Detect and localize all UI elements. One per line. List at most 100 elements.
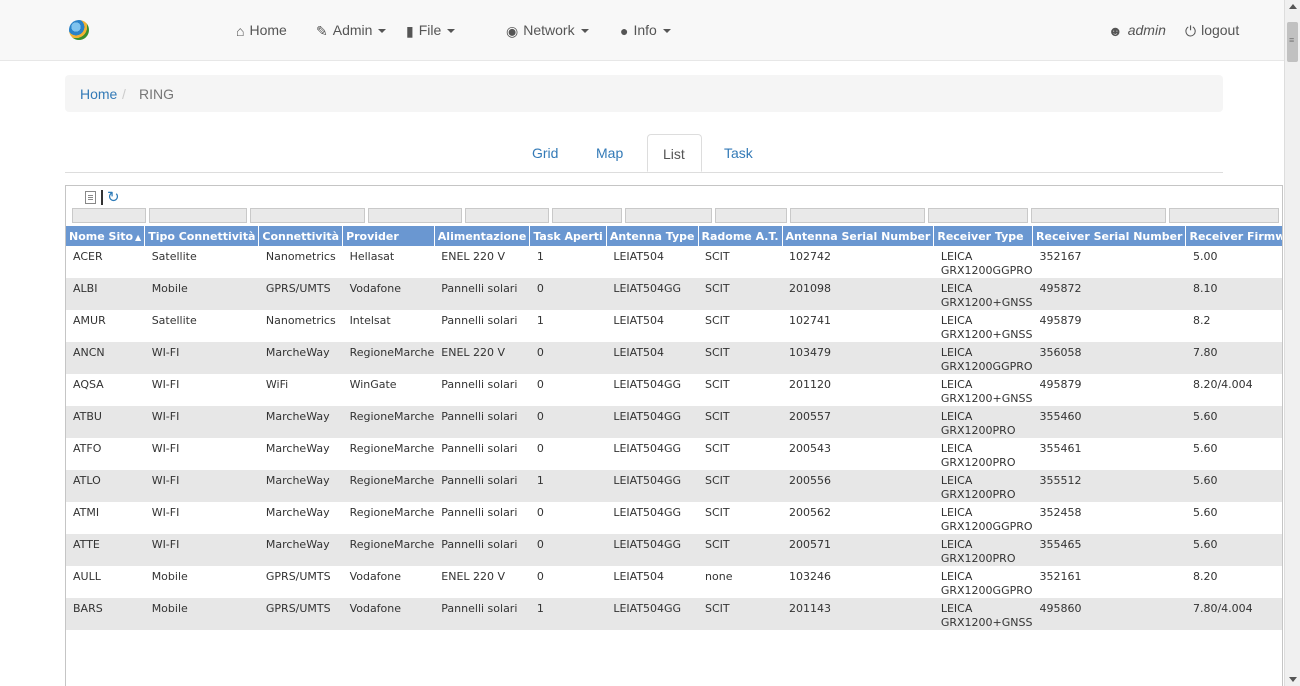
column-header-connettivita[interactable]: Connettività: [258, 226, 344, 246]
cell-connection-type[interactable]: WI-FI: [145, 438, 259, 470]
cell-site[interactable]: ALBI: [66, 278, 145, 310]
cell-provider[interactable]: Vodafone: [342, 278, 435, 310]
cell-site[interactable]: ATLO: [66, 470, 145, 502]
cell-connectivity[interactable]: MarcheWay: [258, 534, 343, 566]
nav-home[interactable]: ⌂ Home: [236, 22, 287, 39]
cell-provider[interactable]: RegioneMarche: [342, 406, 435, 438]
cell-connection-type[interactable]: Mobile: [145, 566, 259, 598]
filter-connettivita[interactable]: [250, 208, 365, 223]
filter-antenna-serial[interactable]: [790, 208, 925, 223]
cell-power[interactable]: Pannelli solari: [434, 278, 530, 310]
cell-connectivity[interactable]: GPRS/UMTS: [258, 278, 343, 310]
filter-antenna-type[interactable]: [625, 208, 712, 223]
cell-connectivity[interactable]: MarcheWay: [258, 406, 343, 438]
cell-site[interactable]: BARS: [66, 598, 145, 630]
cell-site[interactable]: AMUR: [66, 310, 145, 342]
cell-provider[interactable]: Intelsat: [343, 310, 435, 342]
cell-provider[interactable]: Vodafone: [342, 598, 435, 630]
table-row[interactable]: ALBI Mobile GPRS/UMTS Vodafone Pannelli sola…: [66, 278, 1282, 310]
column-header-receiver-firmware[interactable]: Receiver Firmware: [1185, 226, 1282, 246]
column-header-alimentazione[interactable]: Alimentazione: [434, 226, 531, 246]
cell-connection-type[interactable]: WI-FI: [144, 406, 259, 438]
cell-power[interactable]: ENEL 220 V: [434, 342, 530, 374]
nav-info-dropdown[interactable]: ● Info: [620, 22, 671, 39]
cell-connectivity[interactable]: MarcheWay: [258, 470, 343, 502]
refresh-icon[interactable]: ↻: [107, 188, 120, 206]
scroll-up-arrow-icon[interactable]: [1289, 4, 1297, 9]
tab-list[interactable]: List: [647, 134, 702, 172]
column-header-receiver-type[interactable]: Receiver Type: [933, 226, 1034, 246]
cell-provider[interactable]: RegioneMarche: [342, 342, 435, 374]
column-header-radome[interactable]: Radome A.T.: [698, 226, 783, 246]
cell-connectivity[interactable]: GPRS/UMTS: [259, 566, 343, 598]
breadcrumb-home-link[interactable]: Home: [80, 86, 117, 102]
cell-provider[interactable]: Hellasat: [343, 246, 435, 278]
filter-receiver-firmware[interactable]: [1169, 208, 1279, 223]
table-row[interactable]: AMUR Satellite Nanometrics Intelsat Pannelli…: [66, 310, 1282, 342]
tab-task[interactable]: Task: [709, 134, 768, 172]
column-header-provider[interactable]: Provider: [342, 226, 435, 246]
nav-admin-dropdown[interactable]: ✎ Admin: [316, 22, 387, 40]
table-row[interactable]: ATFO WI-FI MarcheWay RegioneMarche Pannelli …: [66, 438, 1282, 470]
cell-power[interactable]: ENEL 220 V: [434, 566, 530, 598]
table-row[interactable]: ANCN WI-FI MarcheWay RegioneMarche ENEL 220 …: [66, 342, 1282, 374]
table-row[interactable]: ATBU WI-FI MarcheWay RegioneMarche Pannelli …: [66, 406, 1282, 438]
cell-site[interactable]: AULL: [66, 566, 145, 598]
cell-connectivity[interactable]: GPRS/UMTS: [258, 598, 343, 630]
table-row[interactable]: AQSA WI-FI WiFi WinGate Pannelli solari 0 LEIA…: [66, 374, 1282, 406]
nav-network-dropdown[interactable]: ◉ Network: [506, 22, 589, 40]
cell-power[interactable]: Pannelli solari: [434, 374, 530, 406]
cell-connectivity[interactable]: MarcheWay: [259, 438, 343, 470]
table-row[interactable]: BARS Mobile GPRS/UMTS Vodafone Pannelli sola…: [66, 598, 1282, 630]
scroll-down-arrow-icon[interactable]: [1289, 677, 1297, 682]
cell-connection-type[interactable]: Satellite: [145, 246, 259, 278]
filter-receiver-serial[interactable]: [1031, 208, 1166, 223]
table-row[interactable]: ATTE WI-FI MarcheWay RegioneMarche Pannelli …: [66, 534, 1282, 566]
table-row[interactable]: ATMI WI-FI MarcheWay RegioneMarche Pannelli …: [66, 502, 1282, 534]
cell-provider[interactable]: RegioneMarche: [342, 534, 435, 566]
cell-provider[interactable]: RegioneMarche: [342, 470, 435, 502]
filter-task-aperti[interactable]: [552, 208, 622, 223]
cell-power[interactable]: Pannelli solari: [434, 598, 530, 630]
cell-site[interactable]: ATFO: [66, 438, 145, 470]
cell-provider[interactable]: WinGate: [343, 374, 435, 406]
column-header-task-aperti[interactable]: Task Aperti: [529, 226, 607, 246]
cell-provider[interactable]: RegioneMarche: [343, 438, 435, 470]
nav-file-dropdown[interactable]: ▮ File: [406, 22, 456, 40]
filter-tipo-connettivita[interactable]: [149, 208, 247, 223]
cell-connection-type[interactable]: WI-FI: [144, 342, 259, 374]
cell-connectivity[interactable]: MarcheWay: [259, 502, 343, 534]
filter-radome[interactable]: [715, 208, 787, 223]
nav-logout[interactable]: ⏻ logout: [1185, 22, 1239, 40]
cell-connectivity[interactable]: Nanometrics: [259, 310, 343, 342]
nav-user[interactable]: ☻ admin: [1108, 22, 1166, 39]
cell-power[interactable]: ENEL 220 V: [434, 246, 530, 278]
cell-connection-type[interactable]: WI-FI: [144, 470, 259, 502]
column-header-antenna-serial[interactable]: Antenna Serial Number: [782, 226, 935, 246]
table-row[interactable]: AULL Mobile GPRS/UMTS Vodafone ENEL 220 V 0 LE…: [66, 566, 1282, 598]
column-header-antenna-type[interactable]: Antenna Type: [606, 226, 699, 246]
cell-power[interactable]: Pannelli solari: [434, 438, 530, 470]
column-header-receiver-serial[interactable]: Receiver Serial Number: [1032, 226, 1187, 246]
cell-connection-type[interactable]: Mobile: [144, 598, 259, 630]
cell-site[interactable]: ACER: [66, 246, 145, 278]
scrollbar-thumb[interactable]: [1287, 22, 1298, 62]
filter-receiver-type[interactable]: [928, 208, 1028, 223]
cell-site[interactable]: AQSA: [66, 374, 145, 406]
table-row[interactable]: ATLO WI-FI MarcheWay RegioneMarche Pannelli …: [66, 470, 1282, 502]
page-scrollbar[interactable]: [1284, 0, 1300, 686]
cell-power[interactable]: Pannelli solari: [434, 502, 530, 534]
cell-power[interactable]: Pannelli solari: [434, 310, 530, 342]
cell-site[interactable]: ATBU: [66, 406, 145, 438]
cell-power[interactable]: Pannelli solari: [434, 534, 530, 566]
cell-connectivity[interactable]: WiFi: [259, 374, 343, 406]
export-document-icon[interactable]: [85, 191, 96, 204]
cell-site[interactable]: ATTE: [66, 534, 145, 566]
cell-connection-type[interactable]: Satellite: [145, 310, 259, 342]
cell-connection-type[interactable]: WI-FI: [145, 374, 259, 406]
filter-provider[interactable]: [368, 208, 462, 223]
cell-provider[interactable]: RegioneMarche: [343, 502, 435, 534]
cell-power[interactable]: Pannelli solari: [434, 406, 530, 438]
cell-connection-type[interactable]: WI-FI: [145, 502, 259, 534]
tab-grid[interactable]: Grid: [517, 134, 573, 172]
